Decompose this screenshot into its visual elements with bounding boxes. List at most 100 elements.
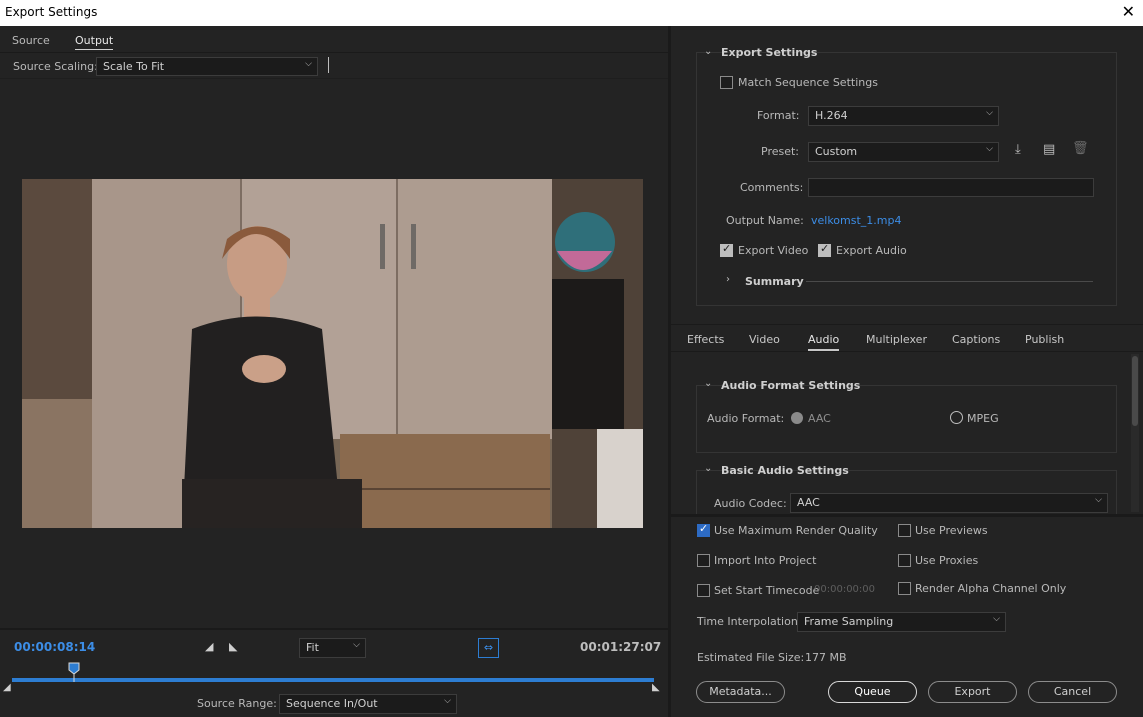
tab-divider xyxy=(0,52,668,53)
time-interpolation-label: Time Interpolation: xyxy=(697,615,802,628)
render-alpha-label: Render Alpha Channel Only xyxy=(915,582,1067,595)
import-preset-icon[interactable]: ▤ xyxy=(1043,142,1055,157)
export-audio-checkbox[interactable]: ✓ xyxy=(818,242,831,257)
export-audio-label: Export Audio xyxy=(836,244,907,257)
max-render-quality-label: Use Maximum Render Quality xyxy=(714,524,878,537)
summary-header[interactable]: Summary xyxy=(745,275,804,288)
video-frame-image xyxy=(22,179,643,528)
settings-pane: ⌄ Export Settings Match Sequence Setting… xyxy=(671,26,1143,717)
source-range-label: Source Range: xyxy=(197,697,277,710)
options-divider xyxy=(671,514,1143,517)
collapse-chevron-icon[interactable]: ⌄ xyxy=(704,46,712,57)
preset-dropdown[interactable]: Custom ⌵ xyxy=(808,142,999,162)
audio-settings-panel: ⌄ Audio Format Settings Audio Format: AA… xyxy=(671,353,1143,514)
max-render-quality-checkbox[interactable]: ✓ xyxy=(697,522,710,537)
chevron-down-icon: ⌵ xyxy=(1095,495,1102,505)
import-project-label: Import Into Project xyxy=(714,554,817,567)
save-preset-icon[interactable]: ⤓ xyxy=(1015,142,1021,157)
text-cursor xyxy=(328,57,329,73)
comments-label: Comments: xyxy=(740,181,804,194)
scrollbar[interactable] xyxy=(1131,354,1139,512)
expand-chevron-icon[interactable]: › xyxy=(726,274,730,285)
radio-aac[interactable] xyxy=(791,412,803,424)
out-point-marker-icon[interactable]: ◣ xyxy=(652,682,660,693)
format-label: Format: xyxy=(757,109,800,122)
cancel-button[interactable]: Cancel xyxy=(1028,681,1117,703)
start-timecode-value[interactable]: 00:00:00:00 xyxy=(814,584,875,595)
audio-codec-label: Audio Codec: xyxy=(714,497,787,510)
format-value: H.264 xyxy=(815,109,848,122)
comments-field[interactable] xyxy=(808,178,1094,197)
use-proxies-checkbox[interactable] xyxy=(898,554,911,567)
chevron-down-icon: ⌵ xyxy=(353,640,360,650)
toolbar-divider xyxy=(0,78,668,79)
metadata-button[interactable]: Metadata... xyxy=(696,681,785,703)
tab-audio[interactable]: Audio xyxy=(808,333,840,351)
chevron-down-icon: ⌵ xyxy=(444,696,451,706)
render-alpha-checkbox[interactable] xyxy=(898,582,911,595)
import-project-checkbox[interactable] xyxy=(697,554,710,567)
collapse-chevron-icon[interactable]: ⌄ xyxy=(704,378,712,389)
source-scaling-value: Scale To Fit xyxy=(103,60,165,73)
playhead-icon xyxy=(68,662,80,682)
tab-multiplexer[interactable]: Multiplexer xyxy=(866,333,927,346)
export-video-checkbox[interactable]: ✓ xyxy=(720,242,733,257)
tab-effects[interactable]: Effects xyxy=(687,333,724,346)
aspect-ratio-icon[interactable]: ⇔ xyxy=(478,638,499,658)
playhead-handle[interactable] xyxy=(68,662,80,682)
delete-preset-icon[interactable]: 🗑 xyxy=(1072,141,1089,156)
fit-value: Fit xyxy=(306,641,319,654)
timeline-track[interactable] xyxy=(12,678,654,682)
format-dropdown[interactable]: H.264 ⌵ xyxy=(808,106,999,126)
start-timecode-label: Set Start Timecode xyxy=(714,584,820,597)
current-timecode[interactable]: 00:00:08:14 xyxy=(14,640,95,654)
audio-codec-value: AAC xyxy=(797,496,820,509)
settings-tabs: Effects Video Audio Multiplexer Captions… xyxy=(671,324,1143,352)
match-sequence-checkbox[interactable] xyxy=(720,76,733,89)
audio-codec-dropdown[interactable]: AAC ⌵ xyxy=(790,493,1108,513)
start-timecode-checkbox[interactable] xyxy=(697,584,710,597)
in-point-marker-icon[interactable]: ◢ xyxy=(3,682,11,693)
use-previews-checkbox[interactable] xyxy=(898,524,911,537)
summary-divider xyxy=(806,281,1093,282)
tab-video[interactable]: Video xyxy=(749,333,780,346)
chevron-down-icon: ⌵ xyxy=(993,614,1000,624)
use-previews-label: Use Previews xyxy=(915,524,988,537)
title-bar: Export Settings ✕ xyxy=(0,0,1143,26)
match-sequence-label: Match Sequence Settings xyxy=(738,76,878,89)
time-interpolation-dropdown[interactable]: Frame Sampling ⌵ xyxy=(797,612,1006,632)
set-out-point-icon[interactable]: ◣ xyxy=(229,640,237,653)
source-scaling-dropdown[interactable]: Scale To Fit ⌵ xyxy=(96,57,318,76)
chevron-down-icon: ⌵ xyxy=(986,144,993,154)
end-timecode: 00:01:27:07 xyxy=(580,640,662,654)
time-interpolation-value: Frame Sampling xyxy=(804,615,894,628)
radio-aac-label: AAC xyxy=(808,412,831,425)
tab-captions[interactable]: Captions xyxy=(952,333,1000,346)
output-name-label: Output Name: xyxy=(726,214,804,227)
tab-source[interactable]: Source xyxy=(12,34,50,47)
queue-button[interactable]: Queue xyxy=(828,681,917,703)
tab-output[interactable]: Output xyxy=(75,34,114,50)
preset-label: Preset: xyxy=(761,145,800,158)
tab-publish[interactable]: Publish xyxy=(1025,333,1064,346)
audio-format-label: Audio Format: xyxy=(707,412,785,425)
source-range-dropdown[interactable]: Sequence In/Out ⌵ xyxy=(279,694,457,714)
fit-dropdown[interactable]: Fit ⌵ xyxy=(299,638,366,658)
export-button[interactable]: Export xyxy=(928,681,1017,703)
use-proxies-label: Use Proxies xyxy=(915,554,979,567)
radio-mpeg-label: MPEG xyxy=(967,412,999,425)
set-in-point-icon[interactable]: ◢ xyxy=(205,640,213,653)
source-range-value: Sequence In/Out xyxy=(286,697,378,710)
window-title: Export Settings xyxy=(5,5,98,19)
scrollbar-thumb[interactable] xyxy=(1132,356,1138,426)
playback-controls: 00:00:08:14 ◢ ◣ Fit ⌵ ⇔ 00:01:27:07 ◢ ◣ … xyxy=(0,628,668,717)
output-name-link[interactable]: velkomst_1.mp4 xyxy=(811,214,902,227)
close-icon[interactable]: ✕ xyxy=(1122,2,1135,21)
file-size-value: 177 MB xyxy=(805,651,847,664)
collapse-chevron-icon[interactable]: ⌄ xyxy=(704,463,712,474)
basic-audio-header: Basic Audio Settings xyxy=(721,464,849,477)
chevron-down-icon: ⌵ xyxy=(305,59,312,69)
radio-mpeg[interactable] xyxy=(950,411,963,424)
export-settings-header: Export Settings xyxy=(721,46,818,59)
file-size-label: Estimated File Size: xyxy=(697,651,805,664)
